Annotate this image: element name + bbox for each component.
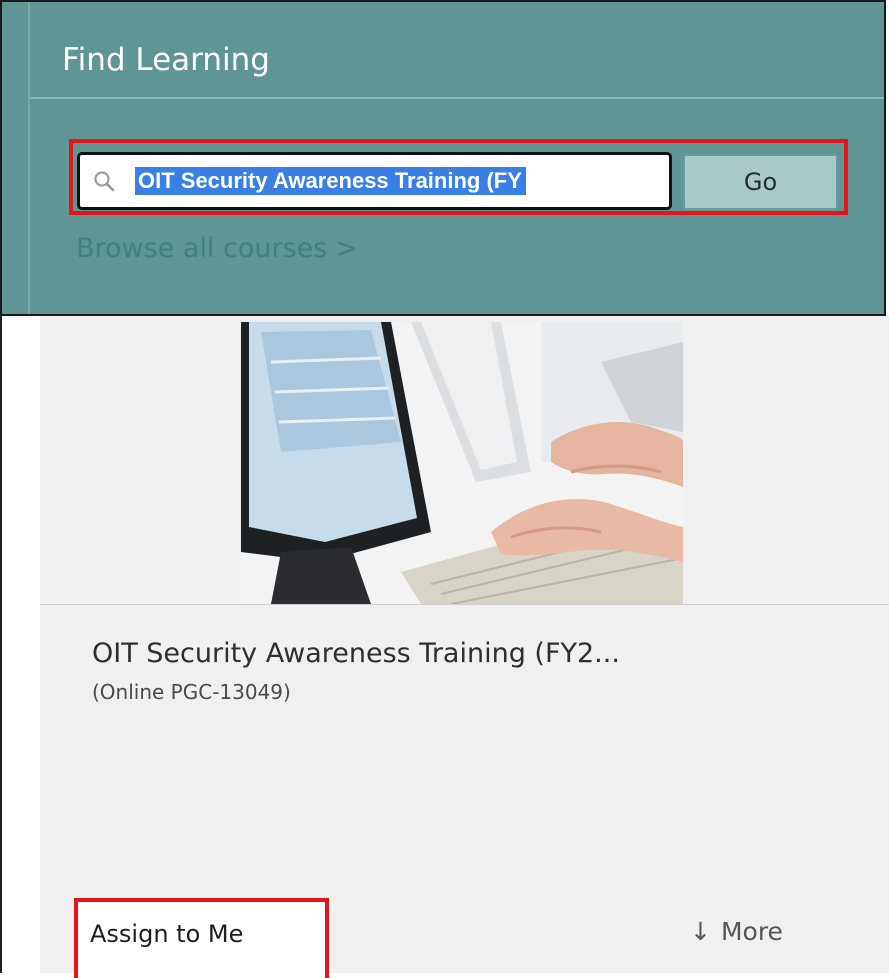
chevron-right-icon: >	[335, 233, 358, 264]
panel-divider	[30, 97, 884, 99]
assign-to-me-button[interactable]: Assign to Me	[90, 920, 243, 948]
panel-edge	[28, 2, 30, 314]
more-label: More	[720, 917, 783, 946]
course-thumbnail	[241, 322, 683, 604]
browse-all-courses-link[interactable]: Browse all courses >	[76, 233, 358, 264]
search-icon	[94, 171, 115, 192]
browse-link-label: Browse all courses	[76, 233, 328, 264]
search-input-value: OIT Security Awareness Training (FY	[135, 167, 526, 195]
course-code: (Online PGC-13049)	[92, 680, 291, 704]
course-title[interactable]: OIT Security Awareness Training (FY2...	[92, 638, 620, 669]
card-divider	[40, 604, 889, 605]
search-input[interactable]: OIT Security Awareness Training (FY	[77, 152, 672, 210]
card-edge	[0, 316, 2, 973]
panel-title: Find Learning	[62, 42, 270, 78]
go-button[interactable]: Go	[683, 154, 838, 210]
more-link[interactable]: ↓ More	[690, 917, 783, 946]
arrow-down-icon: ↓	[690, 917, 711, 946]
